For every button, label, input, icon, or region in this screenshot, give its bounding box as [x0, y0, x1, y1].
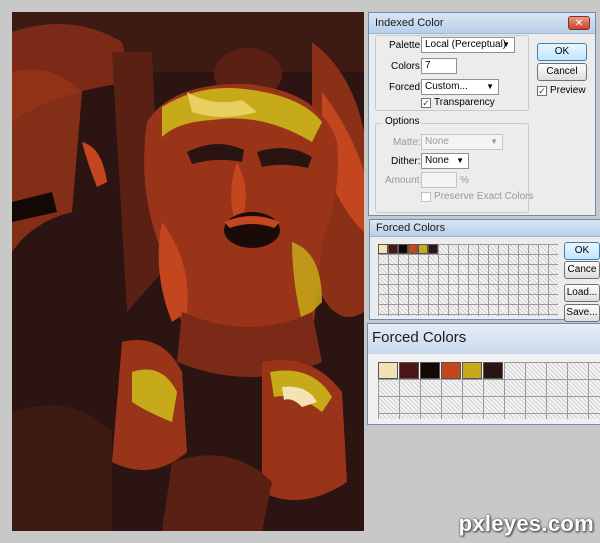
dither-select[interactable]: None ▼	[421, 153, 469, 169]
palette-label: Palette:	[389, 40, 423, 51]
color-swatch[interactable]	[462, 362, 482, 379]
dither-value: None	[425, 155, 449, 166]
forced-color-swatches	[378, 244, 438, 254]
amount-unit: %	[460, 175, 469, 186]
forced-select[interactable]: Custom... ▼	[421, 79, 499, 95]
transparency-checkbox[interactable]: ✓	[421, 98, 431, 108]
matte-value: None	[425, 136, 449, 147]
colors-value: 7	[425, 60, 431, 71]
options-legend: Options	[383, 116, 422, 127]
dialog-title: Indexed Color	[375, 17, 444, 29]
color-swatch[interactable]	[378, 362, 398, 379]
color-swatch[interactable]	[399, 362, 419, 379]
dither-label: Dither:	[391, 156, 421, 167]
indexed-color-dialog: Indexed Color ✕ Palette: Local (Perceptu…	[368, 12, 596, 216]
load-button[interactable]: Load...	[564, 284, 600, 302]
chevron-down-icon: ▼	[490, 137, 498, 146]
dialog-title: Forced Colors	[372, 329, 467, 346]
forced-colors-titlebar: Forced Colors	[370, 220, 600, 237]
cancel-button[interactable]: Cancel	[537, 63, 587, 81]
empty-swatch-grid[interactable]	[378, 379, 600, 419]
amount-input[interactable]	[421, 172, 457, 188]
check-icon: ✓	[422, 98, 430, 108]
dialog-title: Forced Colors	[376, 222, 446, 234]
color-swatch[interactable]	[428, 244, 438, 254]
save-button[interactable]: Save...	[564, 304, 600, 322]
colors-input[interactable]: 7	[421, 58, 457, 74]
palette-value: Local (Perceptual)	[425, 39, 507, 50]
preserve-exact-colors-checkbox[interactable]	[421, 192, 431, 202]
colors-label: Colors:	[391, 61, 423, 72]
color-swatch[interactable]	[408, 244, 418, 254]
forced-colors-dialog: Forced Colors OK Cance Load... Save...	[369, 219, 600, 322]
forced-label: Forced:	[389, 82, 423, 93]
ok-button[interactable]: OK	[564, 242, 600, 260]
cancel-button[interactable]: Cance	[564, 261, 600, 279]
palette-select[interactable]: Local (Perceptual) ▼	[421, 37, 515, 53]
transparency-label: Transparency	[434, 97, 495, 108]
forced-colors-zoom-panel: Forced Colors	[367, 323, 600, 425]
check-icon: ✓	[538, 86, 546, 96]
watermark: pxleyes.com	[458, 511, 594, 536]
forced-colors-zoom-titlebar: Forced Colors	[368, 324, 600, 354]
chevron-down-icon: ▼	[486, 82, 494, 91]
preserve-exact-colors-label: Preserve Exact Colors	[434, 191, 534, 202]
gargoyle-posterized-image	[12, 12, 364, 531]
preview-checkbox[interactable]: ✓	[537, 86, 547, 96]
color-swatch[interactable]	[418, 244, 428, 254]
forced-color-swatches-zoom	[378, 362, 504, 379]
matte-label: Matte:	[393, 137, 421, 148]
empty-swatch-grid[interactable]	[504, 362, 600, 379]
color-swatch[interactable]	[483, 362, 503, 379]
color-swatch[interactable]	[378, 244, 388, 254]
empty-swatch-grid[interactable]	[378, 254, 558, 316]
forced-value: Custom...	[425, 81, 468, 92]
matte-select[interactable]: None ▼	[421, 134, 503, 150]
indexed-color-titlebar: Indexed Color ✕	[369, 13, 595, 34]
preview-label: Preview	[550, 85, 586, 96]
color-swatch[interactable]	[420, 362, 440, 379]
ok-button[interactable]: OK	[537, 43, 587, 61]
color-swatch[interactable]	[441, 362, 461, 379]
close-icon: ✕	[574, 18, 584, 29]
empty-swatch-grid[interactable]	[438, 244, 558, 254]
color-swatch[interactable]	[398, 244, 408, 254]
document-canvas-image	[12, 12, 364, 531]
color-swatch[interactable]	[388, 244, 398, 254]
chevron-down-icon: ▼	[456, 156, 464, 165]
chevron-down-icon: ▼	[502, 40, 510, 49]
amount-label: Amount:	[385, 175, 423, 186]
close-button[interactable]: ✕	[568, 16, 590, 30]
